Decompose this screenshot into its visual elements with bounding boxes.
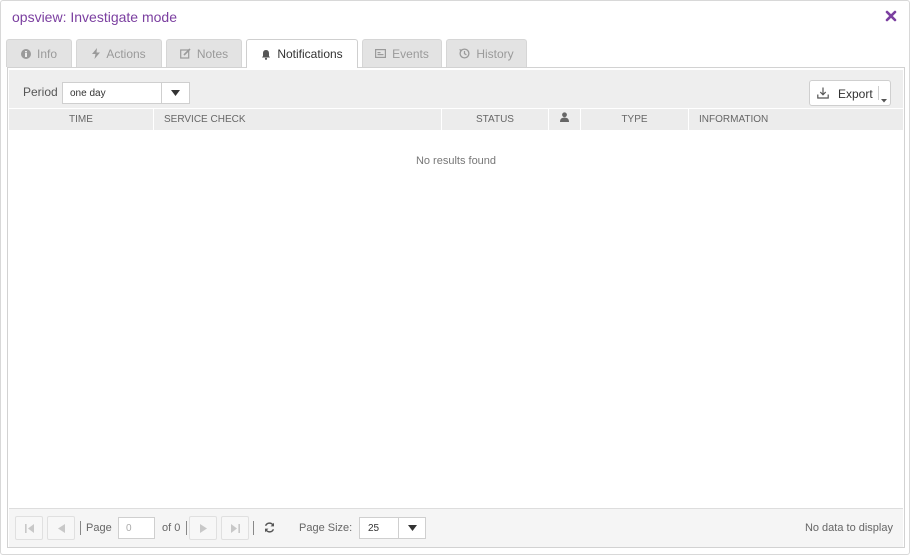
- pager-divider: [186, 521, 187, 535]
- history-icon: [459, 48, 470, 59]
- tab-label: Actions: [106, 46, 146, 61]
- chevron-down-icon[interactable]: [161, 83, 189, 103]
- toolbar: Period one day Export: [9, 70, 903, 108]
- empty-message: No results found: [415, 155, 497, 167]
- tab-events[interactable]: Events: [362, 39, 442, 67]
- investigate-window: opsview: Investigate mode Info Actions N…: [0, 0, 910, 555]
- tab-notifications[interactable]: Notifications: [246, 39, 358, 68]
- window-title: opsview: Investigate mode: [12, 9, 177, 25]
- column-service-check[interactable]: SERVICE CHECK: [153, 109, 441, 130]
- chevron-down-icon[interactable]: [398, 518, 425, 538]
- column-user[interactable]: [548, 109, 580, 130]
- tab-history[interactable]: History: [446, 39, 527, 67]
- pager-divider: [80, 521, 81, 535]
- user-icon: [560, 109, 569, 130]
- next-page-button[interactable]: [189, 516, 217, 540]
- pagination-bar: Page of 0 Page Size: 25 No data to displ…: [9, 508, 903, 547]
- tab-label: Notes: [196, 46, 229, 61]
- table-header: TIME SERVICE CHECK STATUS TYPE INFORMATI…: [9, 109, 903, 130]
- page-size-select[interactable]: 25: [359, 517, 426, 539]
- period-select[interactable]: one day: [62, 82, 190, 104]
- pager-divider: [253, 521, 254, 535]
- column-status[interactable]: STATUS: [441, 109, 548, 130]
- first-page-button[interactable]: [15, 516, 43, 540]
- info-icon: [20, 48, 31, 59]
- events-icon: [375, 49, 387, 58]
- tab-info[interactable]: Info: [6, 39, 72, 67]
- tab-label: Notifications: [277, 47, 343, 61]
- period-label: Period: [23, 85, 58, 99]
- pager-status: No data to display: [804, 522, 893, 534]
- tab-label: Info: [36, 46, 57, 61]
- edit-icon: [179, 48, 191, 59]
- page-size-label: Page Size:: [299, 522, 353, 534]
- export-divider: [878, 86, 879, 100]
- tab-label: History: [476, 46, 514, 61]
- page-number-input[interactable]: [118, 517, 155, 539]
- export-label: Export: [838, 87, 873, 101]
- page-size-value: 25: [368, 523, 380, 534]
- notifications-panel: Period one day Export TIME SERVICE CHECK…: [7, 67, 905, 548]
- tab-label: Events: [392, 46, 429, 61]
- page-count-label: of 0: [162, 522, 181, 534]
- tab-notes[interactable]: Notes: [166, 39, 242, 67]
- export-button[interactable]: Export: [809, 80, 891, 106]
- column-information[interactable]: INFORMATION: [688, 109, 903, 130]
- previous-page-button[interactable]: [47, 516, 75, 540]
- tab-actions[interactable]: Actions: [76, 39, 162, 67]
- bolt-icon: [92, 48, 101, 59]
- column-type[interactable]: TYPE: [580, 109, 688, 130]
- last-page-button[interactable]: [221, 516, 249, 540]
- column-time[interactable]: TIME: [9, 109, 153, 130]
- refresh-icon[interactable]: [264, 522, 275, 536]
- period-value: one day: [70, 88, 106, 99]
- caret-down-icon[interactable]: [881, 92, 887, 106]
- bell-icon: [261, 49, 271, 60]
- download-icon: [817, 87, 829, 102]
- page-label: Page: [86, 522, 112, 534]
- close-icon[interactable]: [883, 7, 899, 25]
